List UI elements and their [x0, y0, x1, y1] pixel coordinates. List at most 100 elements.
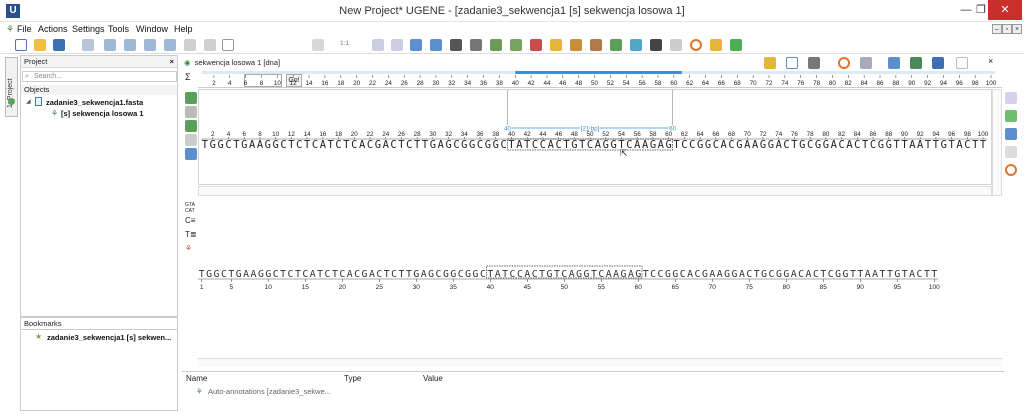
mdi-minimize-button[interactable]: –: [992, 24, 1002, 34]
zoom-sequence-view[interactable]: TGGCTGAAGGCTCTCATCTCACGACTCTTGAGCGGCGGCT…: [198, 200, 1002, 360]
project-search-input[interactable]: Search...: [22, 71, 177, 82]
tool-icon-20[interactable]: [610, 39, 622, 51]
toggle-zoom-icon[interactable]: [932, 57, 944, 69]
sequence-horizontal-scrollbar[interactable]: [198, 186, 992, 196]
tool-icon-12[interactable]: [450, 39, 462, 51]
tool-icon-6[interactable]: [204, 39, 216, 51]
strip-icon-4[interactable]: [185, 134, 197, 146]
strip-icon-8[interactable]: T≣: [185, 230, 197, 239]
tool-icon-7[interactable]: [312, 39, 324, 51]
strip-icon-9[interactable]: ⚘: [185, 244, 192, 253]
tool-icon-18[interactable]: [570, 39, 582, 51]
tool-icon-10[interactable]: [410, 39, 422, 51]
zoom-nucleotide: G: [576, 269, 582, 280]
sequence-detail-panel[interactable]: [21 bp] 40 60 2 4 6 8 10 12 14 16 18 20 22 24 26 28 30 32 3…: [198, 89, 992, 185]
nucleotide: T: [398, 139, 405, 151]
menu-settings[interactable]: Settings: [72, 22, 105, 36]
col-name[interactable]: Name: [186, 372, 207, 385]
tool-icon-19[interactable]: [590, 39, 602, 51]
save-icon[interactable]: [53, 39, 65, 51]
zoom-nucleotide: A: [613, 269, 619, 280]
bookmark-item[interactable]: zadanie3_sekwencja1 [s] sekwen...: [47, 333, 171, 342]
right-icon-5[interactable]: [1005, 164, 1017, 176]
project-side-tab[interactable]: 1: Project: [5, 57, 18, 117]
toggle-details-icon[interactable]: [910, 57, 922, 69]
circular-view-icon[interactable]: [690, 39, 702, 51]
zoom-tick-label: 40: [487, 284, 495, 291]
toggle-overview-icon[interactable]: [888, 57, 900, 69]
overview-panel[interactable]: 2 4 6 8 10 12 14 16 18 20 22 24 26 28 30 32 34 36 38 40 42 44…: [198, 70, 1002, 88]
right-icon-3[interactable]: [1005, 128, 1017, 140]
sequence-detail-view[interactable]: [21 bp]40 602 4 6 8 10 12 14 16 18 20 22 24 26 28 30 32 3…: [199, 90, 993, 186]
zoom-nucleotide: C: [376, 269, 382, 280]
search-sequence-icon[interactable]: [82, 39, 94, 51]
strip-icon-2[interactable]: [185, 106, 197, 118]
overview-tick-label: 86: [877, 80, 885, 87]
tool-icon-9[interactable]: [391, 39, 403, 51]
zoom-nucleotide: C: [458, 269, 464, 280]
new-project-icon[interactable]: [15, 39, 27, 51]
sequence-vertical-scrollbar[interactable]: [992, 89, 1002, 196]
tool-icon-2[interactable]: [124, 39, 136, 51]
tool-icon-14[interactable]: [490, 39, 502, 51]
copy-icon[interactable]: [222, 39, 234, 51]
detail-ruler-tick: 36: [477, 131, 485, 138]
overview-selection: [515, 71, 682, 74]
close-window-button[interactable]: ✕: [988, 0, 1022, 20]
tree-item-file[interactable]: zadanie3_sekwencja1.fasta: [46, 98, 143, 107]
col-type[interactable]: Type: [344, 372, 361, 385]
tool-icon-8[interactable]: [372, 39, 384, 51]
project-panel-close-button[interactable]: ×: [170, 56, 174, 68]
menu-help[interactable]: Help: [174, 22, 193, 36]
menu-actions[interactable]: Actions: [38, 22, 68, 36]
menu-file[interactable]: File: [17, 22, 32, 36]
strip-icon-7[interactable]: C≡: [185, 216, 195, 225]
tool-icon-4[interactable]: [164, 39, 176, 51]
tool-icon-1[interactable]: [104, 39, 116, 51]
tool-icon-3[interactable]: [144, 39, 156, 51]
open-folder-icon[interactable]: [34, 39, 46, 51]
tool-icon-15[interactable]: [510, 39, 522, 51]
tool-icon-17[interactable]: [550, 39, 562, 51]
mdi-restore-button[interactable]: ▫: [1002, 24, 1012, 34]
zoom-view-panel[interactable]: TGGCTGAAGGCTCTCATCTCACGACTCTTGAGCGGCGGCT…: [198, 200, 1002, 365]
view-tool-icon-1[interactable]: [764, 57, 776, 69]
menu-window[interactable]: Window: [136, 22, 168, 36]
view-tool-icon-2[interactable]: [786, 57, 798, 69]
overview-ruler[interactable]: 2 4 6 8 10 12 14 16 18 20 22 24 26 28 30 32 34 36 38 40 42 44…: [198, 70, 1002, 88]
zoom-ratio[interactable]: 1:1: [340, 40, 349, 47]
tool-icon-25[interactable]: [730, 39, 742, 51]
annotation-row[interactable]: ⚘ Auto-annotations [zadanie3_sekwe...: [182, 385, 1004, 399]
tree-item-sequence[interactable]: [s] sekwencja losowa 1: [61, 109, 144, 118]
right-icon-4[interactable]: [1005, 146, 1017, 158]
tool-icon-11[interactable]: [430, 39, 442, 51]
menu-tools[interactable]: Tools: [108, 22, 129, 36]
right-icon-2[interactable]: [1005, 110, 1017, 122]
tool-icon-13[interactable]: [470, 39, 482, 51]
right-icon-1[interactable]: [1005, 92, 1017, 104]
view-close-button[interactable]: ×: [988, 56, 993, 66]
strip-icon-3[interactable]: [185, 120, 197, 132]
zoom-horizontal-scrollbar[interactable]: [198, 358, 1002, 367]
tool-icon-22[interactable]: [650, 39, 662, 51]
view-tool-icon-5[interactable]: [956, 57, 968, 69]
strip-icon-5[interactable]: [185, 148, 197, 160]
zoom-nucleotide: C: [288, 269, 294, 280]
tool-icon-16[interactable]: [530, 39, 542, 51]
strip-icon-6[interactable]: GTA CAT: [185, 202, 198, 214]
circular-view-toggle-icon[interactable]: [838, 57, 850, 69]
tool-icon-21[interactable]: [630, 39, 642, 51]
nucleotide: C: [280, 139, 286, 151]
sum-icon[interactable]: Σ: [185, 72, 191, 82]
view-tool-icon-4[interactable]: [860, 57, 872, 69]
col-value[interactable]: Value: [423, 372, 443, 385]
tool-icon-23[interactable]: [670, 39, 682, 51]
overview-tick-label: 98: [972, 80, 980, 87]
view-tool-icon-3[interactable]: [808, 57, 820, 69]
tool-icon-5[interactable]: [184, 39, 196, 51]
strip-icon-1[interactable]: [185, 92, 197, 104]
zoom-tick-label: 20: [339, 284, 347, 291]
mdi-close-button[interactable]: ×: [1012, 24, 1022, 34]
tool-icon-24[interactable]: [710, 39, 722, 51]
expand-arrow-icon[interactable]: ◢: [26, 98, 31, 105]
